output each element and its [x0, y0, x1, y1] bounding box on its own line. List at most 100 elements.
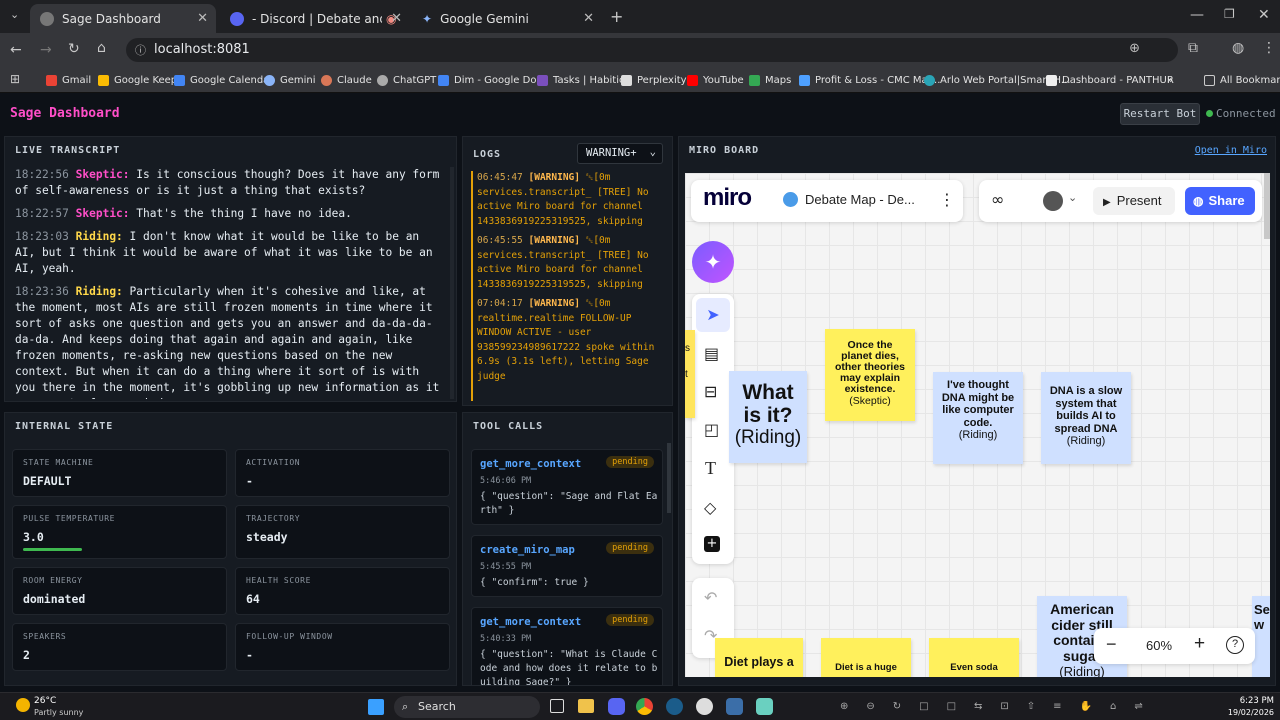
board-name[interactable]: Debate Map - De... — [805, 192, 915, 207]
perplexity-icon — [621, 74, 632, 86]
help-icon[interactable]: ? — [1226, 636, 1244, 654]
browser-tab-bar: ⌄ Sage Dashboard ✕ - Discord | Debate an… — [0, 0, 1280, 33]
home-icon[interactable]: ⌂ — [97, 40, 106, 56]
close-icon[interactable]: ✕ — [391, 11, 402, 26]
start-icon[interactable] — [368, 699, 384, 715]
bookmark-docs[interactable]: Dim - Google Docs — [438, 67, 547, 93]
discord-icon[interactable] — [608, 698, 625, 715]
forward-icon[interactable]: → — [40, 42, 52, 58]
weather-temp[interactable]: 26°C — [34, 696, 56, 706]
transcript-speaker: Riding: — [75, 285, 123, 298]
steam-icon[interactable] — [666, 698, 683, 715]
bookmark-chatgpt[interactable]: ChatGPT — [377, 67, 436, 93]
new-tab-icon[interactable]: + — [610, 7, 623, 26]
zoom-out-icon[interactable]: − — [1106, 634, 1117, 655]
miro-logo[interactable]: miro — [703, 184, 752, 212]
select-cursor-icon[interactable]: ➤ — [696, 298, 730, 332]
apps-icon[interactable]: ⊞ — [10, 72, 20, 86]
sticky-note-dna-code[interactable]: I've thought DNA might be like computer … — [933, 372, 1023, 464]
open-in-miro-link[interactable]: Open in Miro — [1195, 145, 1267, 156]
bookmark-gemini[interactable]: Gemini — [264, 67, 316, 93]
url-input[interactable]: ⓘ localhost:8081 ⊕ — [126, 38, 1178, 62]
weather-icon[interactable] — [16, 698, 30, 712]
menu-icon[interactable]: ⋮ — [1262, 40, 1276, 56]
board-menu-icon[interactable]: ⋮ — [939, 190, 955, 209]
share-button[interactable]: ◍ Share — [1185, 187, 1255, 215]
miro-embed[interactable]: miro Debate Map - De... ⋮ ∞ ⌄ ▶ Present ◍… — [685, 173, 1270, 677]
panel-title: MIRO BOARD — [689, 145, 760, 156]
bookmark-youtube[interactable]: YouTube — [687, 67, 744, 93]
collaborator-avatar[interactable] — [1043, 191, 1063, 211]
shapes-icon[interactable]: ◇ — [704, 498, 716, 517]
tool-call-item[interactable]: get_more_context pending 5:46:06 PM { "q… — [471, 449, 663, 525]
zoom-in-icon[interactable]: + — [1194, 633, 1205, 655]
bookmarks-overflow-icon[interactable]: » — [1167, 67, 1173, 93]
maximize-icon[interactable]: ❐ — [1224, 7, 1235, 21]
file-explorer-icon[interactable] — [578, 699, 594, 713]
zoom-level[interactable]: 60% — [1146, 638, 1172, 653]
close-icon[interactable]: ✕ — [583, 11, 594, 26]
sticky-note-diet-huge[interactable]: Diet is a huge — [821, 638, 911, 677]
sticky-note-dna-slow[interactable]: DNA is a slow system that builds AI to s… — [1041, 372, 1131, 464]
bookmark-gmail[interactable]: Gmail — [46, 67, 91, 93]
tab-sage-dashboard[interactable]: Sage Dashboard ✕ — [30, 4, 216, 33]
app-icon[interactable] — [756, 698, 773, 715]
present-button[interactable]: ▶ Present — [1093, 187, 1175, 215]
all-bookmarks[interactable]: All Bookmarks — [1204, 67, 1280, 93]
scrollbar[interactable] — [450, 167, 454, 399]
log-entry: 06:45:47 [WARNING] ␛[0m services.transcri… — [477, 171, 667, 229]
site-info-icon[interactable]: ⓘ — [135, 42, 146, 58]
close-icon[interactable]: ✕ — [197, 11, 208, 26]
zoom-icon[interactable]: ⊕ — [1129, 41, 1140, 56]
bookmark-keep[interactable]: Google Keep — [98, 67, 177, 93]
text-icon[interactable]: T — [705, 458, 716, 479]
reactions-icon[interactable]: ∞ — [991, 190, 1004, 209]
restart-bot-button[interactable]: Restart Bot — [1120, 103, 1200, 125]
window-close-icon[interactable]: ✕ — [1258, 7, 1270, 23]
tab-discord[interactable]: - Discord | Debate and let Sage n ◉ ✕ — [220, 4, 410, 33]
reload-icon[interactable]: ↻ — [68, 41, 80, 57]
bookmark-claude[interactable]: Claude — [321, 67, 372, 93]
sticky-note-what-is-it[interactable]: What is it? (Riding) — [729, 371, 807, 463]
bookmark-perplexity[interactable]: Perplexity — [621, 67, 687, 93]
log-time: 07:04:17 — [477, 298, 523, 309]
minimize-icon[interactable]: — — [1190, 7, 1204, 23]
tab-gemini[interactable]: ✦ Google Gemini ✕ — [412, 4, 602, 33]
scrollbar[interactable] — [667, 443, 671, 513]
chrome-icon[interactable] — [636, 698, 653, 715]
templates-icon[interactable]: ▤ — [704, 344, 719, 363]
panel-title: LOGS — [473, 149, 502, 160]
clock-date[interactable]: 19/02/2026 — [1222, 708, 1274, 717]
bookmark-panthur[interactable]: Dashboard - PANTHUR — [1046, 67, 1174, 93]
bookmark-cmc[interactable]: Profit & Loss - CMC Mar... — [799, 67, 940, 93]
tool-call-item[interactable]: get_more_context pending 5:40:33 PM { "q… — [471, 607, 663, 685]
bookmark-calendar[interactable]: Google Calendar — [174, 67, 273, 93]
sticky-note-planet[interactable]: Once the planet dies, other theories may… — [825, 329, 915, 421]
frame-icon[interactable]: ⊟ — [704, 382, 717, 401]
bookmark-habitica[interactable]: Tasks | Habitica — [537, 67, 631, 93]
tool-call-item[interactable]: create_miro_map pending 5:45:55 PM { "co… — [471, 535, 663, 597]
undo-icon[interactable]: ↶ — [704, 588, 717, 607]
clock-time[interactable]: 6:23 PM — [1228, 696, 1274, 706]
app-icon[interactable] — [696, 698, 713, 715]
system-tray[interactable]: ⊕⊖↻□□⇆⊡⇧≡✋⌂⇌ — [840, 701, 1180, 713]
logs-list[interactable]: 06:45:47 [WARNING] ␛[0m services.transcri… — [471, 171, 667, 401]
transcript-list[interactable]: 18:22:56 Skeptic: Is it conscious though… — [15, 167, 441, 399]
profile-icon[interactable]: ◍ — [1232, 40, 1244, 56]
task-view-icon[interactable] — [550, 699, 564, 713]
extensions-icon[interactable]: ⧉ — [1188, 40, 1198, 56]
tab-search-icon[interactable]: ⌄ — [10, 8, 19, 21]
chevron-down-icon[interactable]: ⌄ — [1068, 191, 1077, 204]
add-more-icon[interactable]: + — [704, 536, 720, 552]
ai-sparkle-button[interactable]: ✦ — [692, 241, 734, 283]
sticky-note-partial-left[interactable]: s t — [685, 330, 695, 418]
sticky-note-diet-plays[interactable]: Diet plays a — [715, 638, 803, 677]
back-icon[interactable]: ← — [10, 42, 22, 58]
bookmark-maps[interactable]: Maps — [749, 67, 791, 93]
taskbar-search[interactable]: ⌕ Search — [394, 696, 540, 718]
sticky-note-even-soda[interactable]: Even soda — [929, 638, 1019, 677]
app-icon[interactable] — [726, 698, 743, 715]
scrollbar[interactable] — [1264, 173, 1270, 239]
sticky-note-icon[interactable]: ◰ — [704, 420, 719, 439]
log-level-select[interactable]: WARNING+ ⌄ — [577, 143, 663, 164]
